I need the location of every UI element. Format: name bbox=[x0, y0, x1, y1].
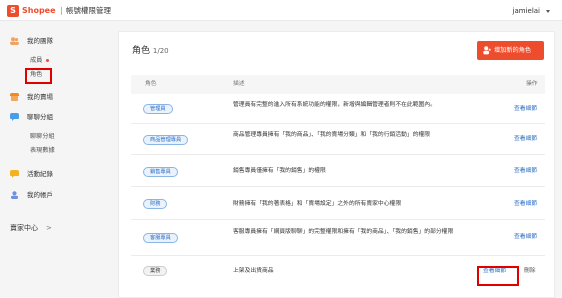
table-row: 財務 財務擁有「我的著表格」和「賣場設定」之外的所有賣家中心權限 查看細節 bbox=[131, 187, 545, 220]
title-text: 角色 bbox=[132, 46, 151, 56]
view-details-link[interactable]: 查看細節 bbox=[514, 200, 537, 208]
table-row: 銷售專員 銷售專員僅擁有「我的銷售」的權限 查看細節 bbox=[131, 155, 545, 187]
brand-name[interactable]: Shopee bbox=[22, 5, 56, 17]
highlight-box-roles bbox=[25, 68, 52, 84]
role-badge: 商品管理專員 bbox=[143, 135, 189, 145]
delete-link[interactable]: 刪除 bbox=[524, 267, 536, 275]
team-icon bbox=[10, 37, 19, 45]
role-badge: 銷售專員 bbox=[143, 167, 178, 177]
sidebar-item-label: 聊聊分組 bbox=[30, 133, 55, 140]
sidebar-item-label: 成員 bbox=[30, 57, 43, 64]
role-badge: 管理員 bbox=[143, 104, 173, 114]
view-details-link[interactable]: 查看細節 bbox=[514, 135, 537, 143]
role-description: 管理員有完整的進入所有系統功能的權限，新增與編輯管理者則不在此範圍內。 bbox=[233, 102, 436, 108]
app-subtitle: 帳號權限管理 bbox=[66, 6, 111, 15]
chevron-right-icon: > bbox=[46, 224, 52, 232]
chevron-down-icon[interactable] bbox=[546, 10, 550, 13]
add-role-button[interactable]: 增加新的角色 bbox=[477, 41, 544, 60]
add-user-icon bbox=[483, 46, 491, 55]
role-description: 上架及出貨商品 bbox=[233, 268, 274, 274]
column-header-description: 描述 bbox=[233, 81, 245, 87]
store-icon bbox=[10, 93, 19, 101]
view-details-link[interactable]: 查看細節 bbox=[514, 167, 537, 175]
table-row: 管理員 管理員有完整的進入所有系統功能的權限，新增與編輯管理者則不在此範圍內。 … bbox=[131, 94, 545, 124]
column-header-action: 操作 bbox=[526, 81, 538, 87]
sidebar-section-label: 聊聊分組 bbox=[27, 113, 53, 121]
sidebar-section-label: 我的帳戶 bbox=[27, 191, 53, 199]
chat-icon bbox=[10, 113, 19, 121]
role-badge: 業務 bbox=[143, 266, 168, 276]
table-header: 角色 描述 操作 bbox=[131, 75, 545, 94]
username[interactable]: jamielai bbox=[513, 6, 540, 16]
top-bar: Shopee | 帳號權限管理 jamielai bbox=[0, 0, 562, 21]
role-description: 銷售專員僅擁有「我的銷售」的權限 bbox=[233, 168, 326, 174]
table-row: 商品管理專員 商品管理專員擁有「我的商品」、「我的賣場分類」和「我的行銷活動」的… bbox=[131, 124, 545, 155]
view-details-link[interactable]: 查看細節 bbox=[514, 233, 537, 241]
role-description: 商品管理專員擁有「我的商品」、「我的賣場分類」和「我的行銷活動」的權限 bbox=[233, 132, 431, 138]
account-icon bbox=[11, 191, 18, 199]
role-description: 客服專員擁有「網頁版聊聊」的完整權限和擁有「我的商品」、「我的銷售」的部分權限 bbox=[233, 229, 454, 235]
notification-dot bbox=[46, 58, 50, 62]
sidebar-section-label: 我的團隊 bbox=[27, 37, 53, 45]
highlight-box-view-details bbox=[477, 266, 519, 286]
seller-center-label: 賣家中心 bbox=[10, 224, 38, 232]
sidebar: 我的團隊 成員 角色 我的賣場 聊聊分組 聊聊分組 表現數據 活動紀錄 我的帳戶… bbox=[0, 22, 118, 298]
sidebar-section-label: 我的賣場 bbox=[27, 93, 53, 101]
shopee-logo-icon[interactable] bbox=[7, 5, 19, 17]
page-title: 角色 1/20 bbox=[132, 45, 169, 57]
view-details-link[interactable]: 查看細節 bbox=[514, 105, 537, 113]
sidebar-item-performance[interactable]: 表現數據 bbox=[30, 146, 55, 156]
activity-icon bbox=[10, 170, 19, 178]
sidebar-section-label: 活動紀錄 bbox=[27, 170, 53, 178]
role-badge: 客服專員 bbox=[143, 233, 178, 243]
role-count: 1/20 bbox=[152, 47, 169, 55]
sidebar-item-label: 表現數據 bbox=[30, 147, 55, 154]
column-header-role: 角色 bbox=[145, 81, 157, 87]
roles-card: 角色 1/20 增加新的角色 角色 描述 操作 管理員 管理員有完整的進入所有系… bbox=[118, 31, 555, 298]
role-description: 財務擁有「我的著表格」和「賣場設定」之外的所有賣家中心權限 bbox=[233, 201, 402, 207]
seller-center-link[interactable]: 賣家中心 > bbox=[10, 222, 52, 234]
role-badge: 財務 bbox=[143, 199, 168, 209]
add-role-label: 增加新的角色 bbox=[494, 47, 532, 54]
brand-separator: | bbox=[60, 6, 63, 15]
sidebar-item-members[interactable]: 成員 bbox=[30, 56, 50, 66]
sidebar-item-chat-groups[interactable]: 聊聊分組 bbox=[30, 132, 55, 142]
table-row: 客服專員 客服專員擁有「網頁版聊聊」的完整權限和擁有「我的商品」、「我的銷售」的… bbox=[131, 220, 545, 256]
